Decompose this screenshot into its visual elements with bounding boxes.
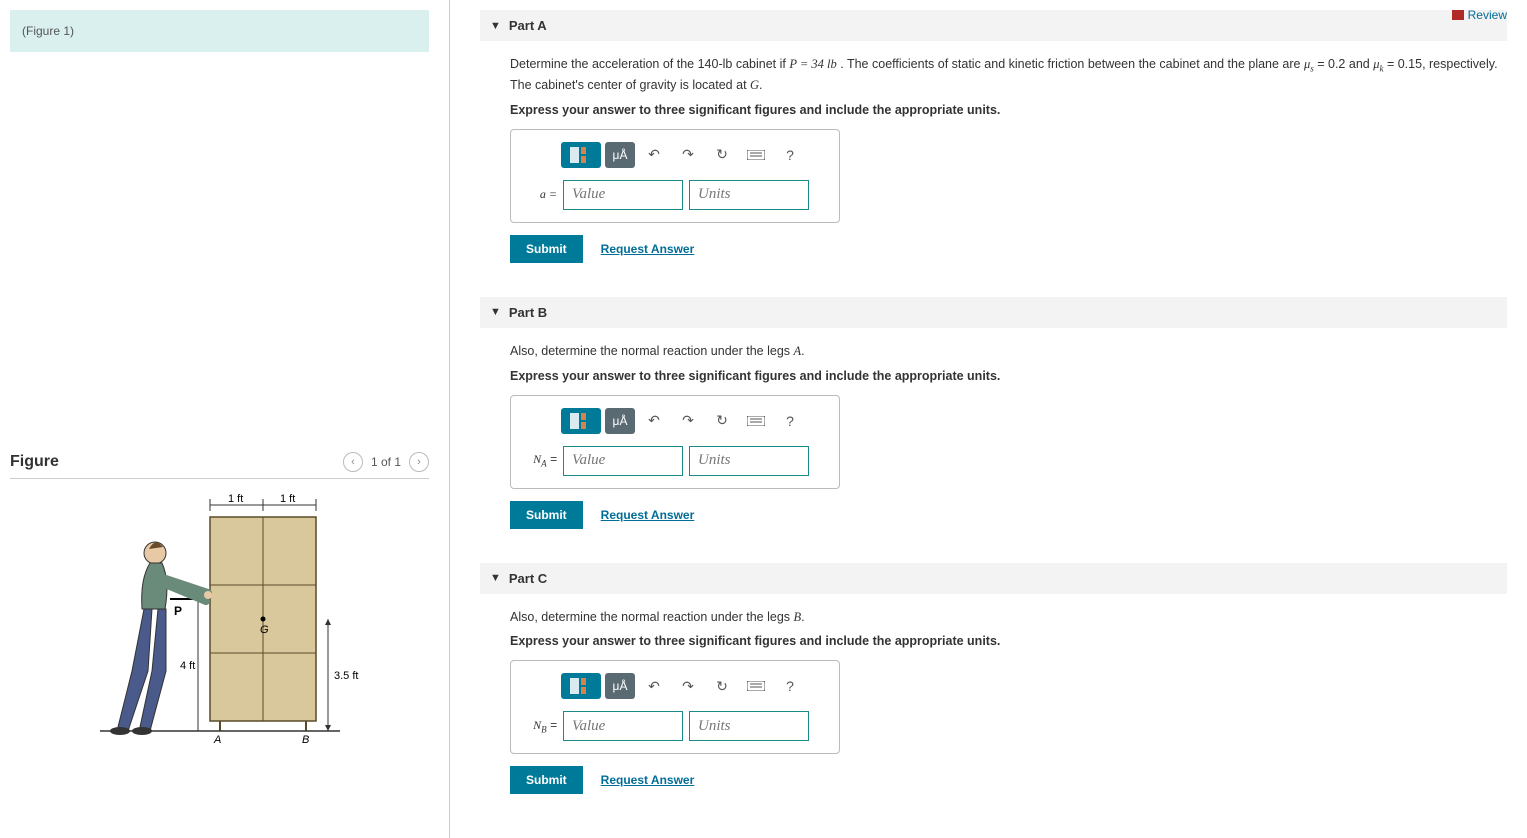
part-b-title: Part B — [509, 305, 547, 320]
part-b-var-label: NA = — [521, 452, 557, 468]
reset-button[interactable]: ↻ — [707, 408, 737, 434]
svg-text:3.5 ft: 3.5 ft — [334, 670, 358, 682]
part-c-answer-box: μÅ ↶ ↷ ↻ ? NB = — [510, 660, 840, 754]
reset-button[interactable]: ↻ — [707, 142, 737, 168]
undo-button[interactable]: ↶ — [639, 408, 669, 434]
undo-button[interactable]: ↶ — [639, 142, 669, 168]
part-a-title: Part A — [509, 18, 547, 33]
figure-prev-button[interactable]: ‹ — [343, 452, 363, 472]
units-button[interactable]: μÅ — [605, 142, 635, 168]
part-b-problem: Also, determine the normal reaction unde… — [510, 342, 1503, 361]
part-a-answer-box: μÅ ↶ ↷ ↻ ? a = — [510, 129, 840, 223]
svg-text:4 ft: 4 ft — [180, 660, 195, 672]
figure-reference-card: (Figure 1) — [10, 10, 429, 52]
keyboard-button[interactable] — [741, 673, 771, 699]
redo-button[interactable]: ↷ — [673, 142, 703, 168]
part-a-value-input[interactable] — [563, 180, 683, 210]
part-b-answer-box: μÅ ↶ ↷ ↻ ? NA = — [510, 395, 840, 489]
reset-button[interactable]: ↻ — [707, 673, 737, 699]
units-button[interactable]: μÅ — [605, 673, 635, 699]
caret-down-icon: ▼ — [490, 572, 501, 584]
review-label: Review — [1468, 8, 1507, 22]
part-c-problem: Also, determine the normal reaction unde… — [510, 608, 1503, 627]
templates-button[interactable] — [561, 142, 601, 168]
templates-button[interactable] — [561, 673, 601, 699]
svg-text:1 ft: 1 ft — [228, 493, 243, 505]
part-a-instruction: Express your answer to three significant… — [510, 103, 1503, 117]
redo-button[interactable]: ↷ — [673, 408, 703, 434]
part-c-instruction: Express your answer to three significant… — [510, 634, 1503, 648]
part-b-instruction: Express your answer to three significant… — [510, 369, 1503, 383]
part-c-header[interactable]: ▼ Part C — [480, 563, 1507, 594]
keyboard-button[interactable] — [741, 408, 771, 434]
part-b-units-input[interactable] — [689, 446, 809, 476]
review-link[interactable]: Review — [1452, 8, 1507, 22]
part-a-request-answer[interactable]: Request Answer — [601, 242, 695, 256]
part-c-request-answer[interactable]: Request Answer — [601, 773, 695, 787]
redo-button[interactable]: ↷ — [673, 673, 703, 699]
svg-text:B: B — [302, 734, 309, 746]
part-b-header[interactable]: ▼ Part B — [480, 297, 1507, 328]
flag-icon — [1452, 10, 1464, 20]
figure-ref-text: (Figure 1) — [22, 24, 74, 38]
svg-text:1 ft: 1 ft — [280, 493, 295, 505]
keyboard-button[interactable] — [741, 142, 771, 168]
part-a-problem: Determine the acceleration of the 140-lb… — [510, 55, 1503, 95]
part-c-units-input[interactable] — [689, 711, 809, 741]
part-a-header[interactable]: ▼ Part A — [480, 10, 1507, 41]
part-c-var-label: NB = — [521, 718, 557, 734]
part-c-title: Part C — [509, 571, 547, 586]
help-button[interactable]: ? — [775, 408, 805, 434]
part-a-units-input[interactable] — [689, 180, 809, 210]
figure-next-button[interactable]: › — [409, 452, 429, 472]
svg-text:P: P — [174, 604, 182, 618]
part-c-value-input[interactable] — [563, 711, 683, 741]
figure-image: 1 ft 1 ft G A B — [10, 491, 429, 751]
part-c-submit-button[interactable]: Submit — [510, 766, 583, 794]
caret-down-icon: ▼ — [490, 20, 501, 32]
caret-down-icon: ▼ — [490, 306, 501, 318]
svg-text:G: G — [260, 624, 269, 636]
help-button[interactable]: ? — [775, 142, 805, 168]
part-a-submit-button[interactable]: Submit — [510, 235, 583, 263]
part-a-var-label: a = — [521, 187, 557, 202]
units-button[interactable]: μÅ — [605, 408, 635, 434]
part-b-request-answer[interactable]: Request Answer — [601, 508, 695, 522]
figure-title: Figure — [10, 453, 59, 471]
part-b-submit-button[interactable]: Submit — [510, 501, 583, 529]
figure-counter: 1 of 1 — [371, 455, 401, 469]
undo-button[interactable]: ↶ — [639, 673, 669, 699]
svg-text:A: A — [213, 734, 221, 746]
help-button[interactable]: ? — [775, 673, 805, 699]
templates-button[interactable] — [561, 408, 601, 434]
part-b-value-input[interactable] — [563, 446, 683, 476]
